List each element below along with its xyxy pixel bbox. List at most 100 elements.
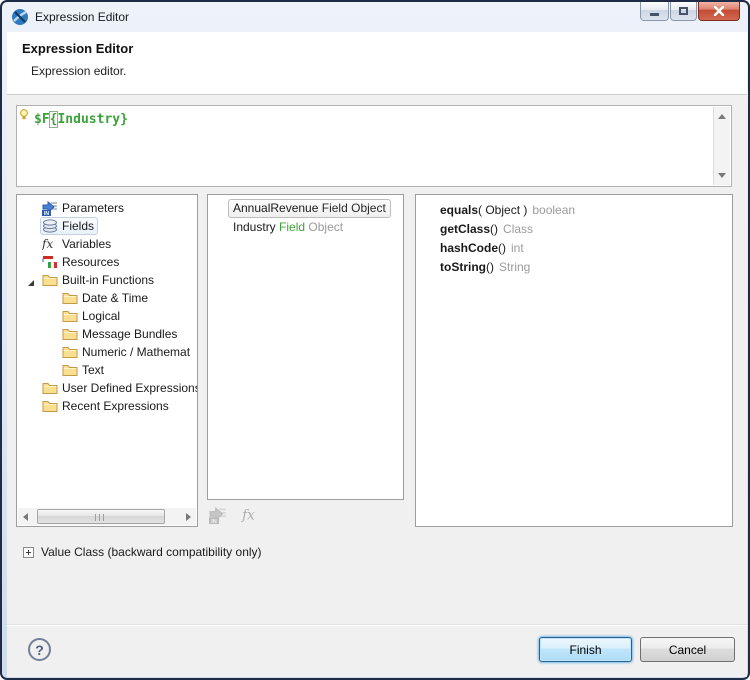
method-list: equals( Object )boolean getClass()Class … [415,194,733,527]
add-function-icon-disabled: ƒx [241,506,259,524]
method-item-tostring[interactable]: toString() String [440,257,530,276]
maximize-button[interactable] [670,2,697,21]
tree-item-label: Date & Time [82,291,148,305]
method-name: getClass [440,222,490,236]
folder-icon [62,326,78,342]
dialog-content: Expression Editor Expression editor. $F{… [7,32,747,677]
method-signature: ( Object ) [478,203,527,217]
object-name: AnnualRevenue [233,201,318,215]
svg-text:ƒx: ƒx [42,237,53,251]
expression-scrollbar[interactable] [713,107,730,185]
resources-icon [42,254,58,270]
close-button[interactable] [698,2,740,21]
svg-text:ƒx: ƒx [241,508,255,524]
method-item-equals[interactable]: equals( Object )boolean [440,200,575,219]
tree-item-label: Resources [62,255,119,269]
tree-item-variables[interactable]: ƒx Variables [17,235,197,253]
dialog-subtitle: Expression editor. [31,64,126,78]
object-class: Object [308,220,343,234]
tree-item-label: Text [82,363,104,377]
window-frame: Expression Editor [2,2,748,678]
method-item-hashcode[interactable]: hashCode() int [440,238,524,257]
expander-expanded-icon[interactable] [26,276,35,290]
object-list: AnnualRevenue Field Object Industry Fiel… [207,194,404,500]
dialog-title: Expression Editor [22,41,133,56]
button-bar: ? Finish Cancel [7,624,747,677]
app-icon [11,8,29,26]
tree-item-resources[interactable]: Resources [17,253,197,271]
maximize-icon [679,7,688,15]
minimize-button[interactable] [640,2,669,21]
tree-item-fields[interactable]: Fields [17,217,197,235]
category-tree: IN Parameters Fields [16,194,198,527]
folder-icon [42,380,58,396]
titlebar[interactable]: Expression Editor [2,2,748,32]
cancel-button[interactable]: Cancel [640,637,735,662]
svg-text:IN: IN [211,519,217,524]
method-return-type: String [499,260,530,274]
list-item-annualrevenue[interactable]: AnnualRevenue Field Object [228,199,391,218]
expression-close-brace: } [120,112,128,127]
value-class-expander[interactable]: Value Class (backward compatibility only… [23,545,262,559]
tree-item-parameters[interactable]: IN Parameters [17,199,197,217]
tree-item-label: Variables [62,237,111,251]
dialog-header: Expression Editor Expression editor. [7,32,747,95]
object-type: Field [322,201,348,215]
folder-icon [62,362,78,378]
fields-icon [42,218,58,234]
grip-icon [95,514,106,521]
folder-icon [62,290,78,306]
object-class: Object [351,201,386,215]
tree-item-label: User Defined Expressions [62,381,198,395]
tree-horizontal-scrollbar[interactable] [18,508,196,525]
method-name: hashCode [440,241,498,255]
list-item-industry[interactable]: Industry Field Object [228,218,348,237]
folder-icon [62,308,78,324]
scroll-up-icon[interactable] [718,114,726,119]
scroll-down-icon[interactable] [718,173,726,178]
folder-icon [42,272,58,288]
tree-item-numeric-mathematical[interactable]: Numeric / Mathemat [17,343,197,361]
value-class-label: Value Class (backward compatibility only… [41,545,262,559]
method-return-type: Class [503,222,533,236]
object-type: Field [279,220,305,234]
tree-item-date-time[interactable]: Date & Time [17,289,197,307]
function-fx-icon: ƒx [42,236,58,252]
object-list-toolbar: IN ƒx [209,506,259,524]
method-name: toString [440,260,486,274]
add-parameter-icon-disabled: IN [209,506,227,524]
expression-identifier: Industry [57,112,120,127]
tree-item-label: Recent Expressions [62,399,169,413]
scrollbar-thumb[interactable] [37,509,165,524]
tree-item-label: Parameters [62,201,124,215]
expression-input[interactable]: $F{Industry} [16,105,732,187]
folder-icon [62,344,78,360]
object-name: Industry [233,220,276,234]
scroll-right-icon[interactable] [186,513,191,521]
expression-prefix: $F [34,112,50,127]
help-icon: ? [35,642,44,658]
tree-item-recent-expressions[interactable]: Recent Expressions [17,397,197,415]
minimize-icon [650,13,659,16]
scroll-left-icon[interactable] [23,513,28,521]
help-button[interactable]: ? [28,638,51,661]
tree-item-built-in-functions[interactable]: Built-in Functions [17,271,197,289]
close-icon [713,6,725,16]
svg-text:IN: IN [44,211,49,216]
window-title: Expression Editor [35,10,129,24]
method-item-getclass[interactable]: getClass()Class [440,219,533,238]
lightbulb-icon [18,108,30,126]
finish-button[interactable]: Finish [539,637,632,662]
method-name: equals [440,203,478,217]
expression-editor-window: Expression Editor [0,0,750,680]
method-return-type: int [511,241,524,255]
tree-item-logical[interactable]: Logical [17,307,197,325]
tree-item-user-defined-expressions[interactable]: User Defined Expressions [17,379,197,397]
expand-plus-icon[interactable] [23,547,34,558]
tree-item-text[interactable]: Text [17,361,197,379]
method-signature: () [498,241,506,255]
method-signature: () [486,260,494,274]
tree-item-message-bundles[interactable]: Message Bundles [17,325,197,343]
tree-item-label: Message Bundles [82,327,177,341]
parameters-icon: IN [42,200,58,216]
